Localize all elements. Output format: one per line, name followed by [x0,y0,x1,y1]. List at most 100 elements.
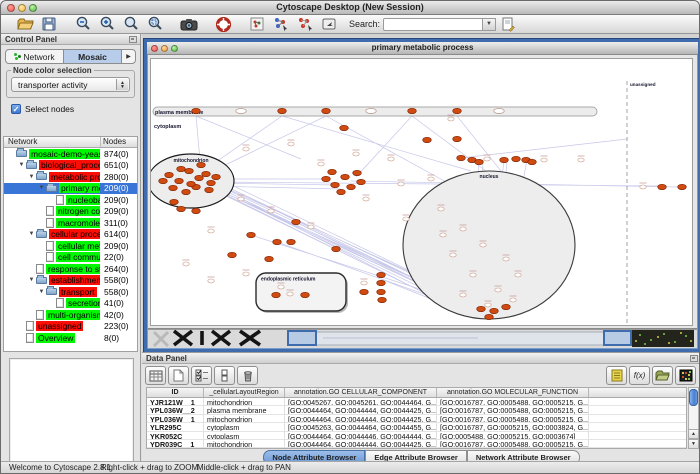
nucleus-label: nucleus [480,174,499,180]
float-panel-icon[interactable] [690,355,698,362]
tree-row-primary-metabolic[interactable]: ▼primary metabo209(0) [4,183,137,195]
tree-count: 311(0) [104,218,128,228]
data-panel: Data Panel f(x) ID _cellularLayoutRegion… [142,352,700,463]
tree-row-multi-organism[interactable]: multi-organism pro42(0) [4,309,137,321]
tree-row-biological-process[interactable]: ▼biological_process651(0) [4,160,137,172]
tree-label: nitrogen compo [56,206,100,216]
function-builder-icon[interactable]: f(x) [629,366,650,385]
import-network-icon[interactable] [246,16,268,33]
cell-region: cytoplasm [204,432,285,439]
cell-cc: [GO:0044464, GO:0044444, GO:0044425, G..… [285,440,437,447]
tree-row-establishment[interactable]: ▼establishment of lo558(0) [4,275,137,287]
zoom-selected-icon[interactable] [144,16,166,33]
tab-network[interactable]: Network [6,50,64,63]
new-attribute-icon[interactable] [168,366,189,385]
attribute-table[interactable]: ID _cellularLayoutRegion annotation.GO C… [146,387,687,449]
scroll-up-icon[interactable]: ▲ [688,429,699,439]
help-ring-icon[interactable] [212,16,234,33]
vizmapper-icon[interactable] [270,16,292,33]
float-panel-icon[interactable] [129,36,137,43]
tree-row-nucleobase[interactable]: nucleobase-209(0) [4,194,137,206]
tree-count: 651(0) [104,160,129,170]
table-row[interactable]: YPL036W__2plasma membrane[GO:0044464, GO… [147,406,686,414]
select-attributes-icon[interactable] [191,366,212,385]
expand-arrow[interactable]: ▼ [27,277,36,283]
advanced-search-icon[interactable] [497,16,519,33]
expand-arrow[interactable]: ▼ [27,174,36,180]
table-row[interactable]: YKR052Ccytoplasm[GO:0044464, GO:0044446,… [147,432,686,440]
node-color-dropdown[interactable]: transporter activity ▲▼ [11,77,130,92]
table-row[interactable]: YJR121W__1mitochondrion[GO:0045267, GO:0… [147,398,686,406]
tree-count: 558(0) [104,287,129,297]
background-windows-strip[interactable] [148,328,697,348]
tree-row-metabolic-process[interactable]: ▼metabolic process280(0) [4,171,137,183]
table-row[interactable]: YPL036W__1mitochondrion[GO:0044464, GO:0… [147,415,686,423]
region-nucleus[interactable]: nucleus [403,171,575,319]
tree-row-overview[interactable]: Overview8(0) [4,332,137,344]
tree-count: 874(0) [104,149,129,159]
tree-row-cellular-metabolic[interactable]: cellular metabo209(0) [4,240,137,252]
annotation-icon[interactable] [318,16,340,33]
col-cellular-component[interactable]: annotation.GO CELLULAR_COMPONENT [285,388,437,397]
tree-row-cellular-process[interactable]: ▼cellular process614(0) [4,229,137,241]
search-dropdown-arrow-icon[interactable]: ▼ [483,18,496,31]
tree-row-response-to-stimulus[interactable]: response to stimulu264(0) [4,263,137,275]
vizmapper-alt-icon[interactable] [294,16,316,33]
table-row[interactable]: YLR295Ccytoplasm[GO:0045263, GO:0044464,… [147,423,686,431]
col-molecular-function[interactable]: annotation.GO MOLECULAR_FUNCTION [437,388,589,397]
zoom-out-icon[interactable] [72,16,94,33]
expand-arrow[interactable]: ▼ [17,162,26,168]
network-view-window[interactable]: primary metabolic process [144,39,700,352]
attribute-matrix-icon[interactable] [675,366,696,385]
birdseye-view[interactable] [9,358,134,474]
network-window-titlebar[interactable]: primary metabolic process [147,42,698,55]
tree-row-secretion[interactable]: secretion41(0) [4,298,137,310]
select-nodes-checkbox[interactable]: ✓ [11,104,21,114]
tree-col-nodes[interactable]: Nodes [101,137,137,147]
open-folder-icon[interactable] [14,16,36,33]
unselect-attributes-icon[interactable] [214,366,235,385]
attribute-notes-icon[interactable] [606,366,627,385]
tree-row-cell-communication[interactable]: cell communicat22(0) [4,252,137,264]
tree-row-unassigned[interactable]: unassigned223(0) [4,321,137,333]
tab-overflow-arrow-icon[interactable]: ▶ [122,50,135,63]
zoom-fit-icon[interactable] [120,16,142,33]
tree-label: cellular metabo [56,241,100,251]
scrollbar-thumb[interactable] [689,389,698,406]
snapshot-icon[interactable] [178,16,200,33]
tree-row-macromolecule[interactable]: macromolecule311(0) [4,217,137,229]
tree-row-transport[interactable]: ▼transport558(0) [4,286,137,298]
cell-cc: [GO:0044464, GO:0044444, GO:0044425, G..… [285,406,437,413]
tree-row-nitrogen-compound[interactable]: nitrogen compo209(0) [4,206,137,218]
tree-col-network[interactable]: Network [4,137,101,147]
folder-icon [16,150,27,157]
tree-row-mosaic-demo-yeast[interactable]: mosaic-demo-yeast874(0) [4,148,137,160]
network-canvas[interactable]: plasma membrane cytoplasm mitochondrion … [150,58,693,326]
dropdown-stepper-icon[interactable]: ▲▼ [116,79,128,90]
status-bar: Welcome to Cytoscape 2.8.1 Right-click +… [1,461,699,473]
cell-id: YPL036W__2 [147,406,204,413]
col-region[interactable]: _cellularLayoutRegion [204,388,285,397]
expand-arrow[interactable]: ▼ [37,289,46,295]
tree-label: establishment of lo [49,275,100,285]
folder-icon [36,173,47,180]
attribute-table-icon[interactable] [145,366,166,385]
expand-arrow[interactable]: ▼ [37,185,46,191]
expand-arrow[interactable]: ▼ [27,231,36,237]
tree-label: nucleobase- [66,195,100,205]
delete-attribute-icon[interactable] [237,366,258,385]
col-id[interactable]: ID [147,388,204,397]
search-input[interactable] [383,18,483,31]
table-row[interactable]: YDR039C__1mitochondrion[GO:0044464, GO:0… [147,440,686,448]
network-tree: Network Nodes mosaic-demo-yeast874(0) ▼b… [3,136,138,352]
scroll-down-icon[interactable]: ▼ [688,439,699,449]
endoplasmic-reticulum-label: endoplasmic reticulum [261,277,316,283]
scrollbar-arrows[interactable]: ▲▼ [688,429,699,449]
save-icon[interactable] [38,16,60,33]
cell-cc: [GO:0044464, GO:0044446, GO:0044444, G..… [285,432,437,439]
tab-mosaic[interactable]: Mosaic [64,50,122,63]
import-attributes-icon[interactable] [652,366,673,385]
window-titlebar[interactable]: Cytoscape Desktop (New Session) [1,1,699,15]
zoom-in-icon[interactable] [96,16,118,33]
network-graph[interactable]: plasma membrane cytoplasm mitochondrion … [151,59,694,327]
